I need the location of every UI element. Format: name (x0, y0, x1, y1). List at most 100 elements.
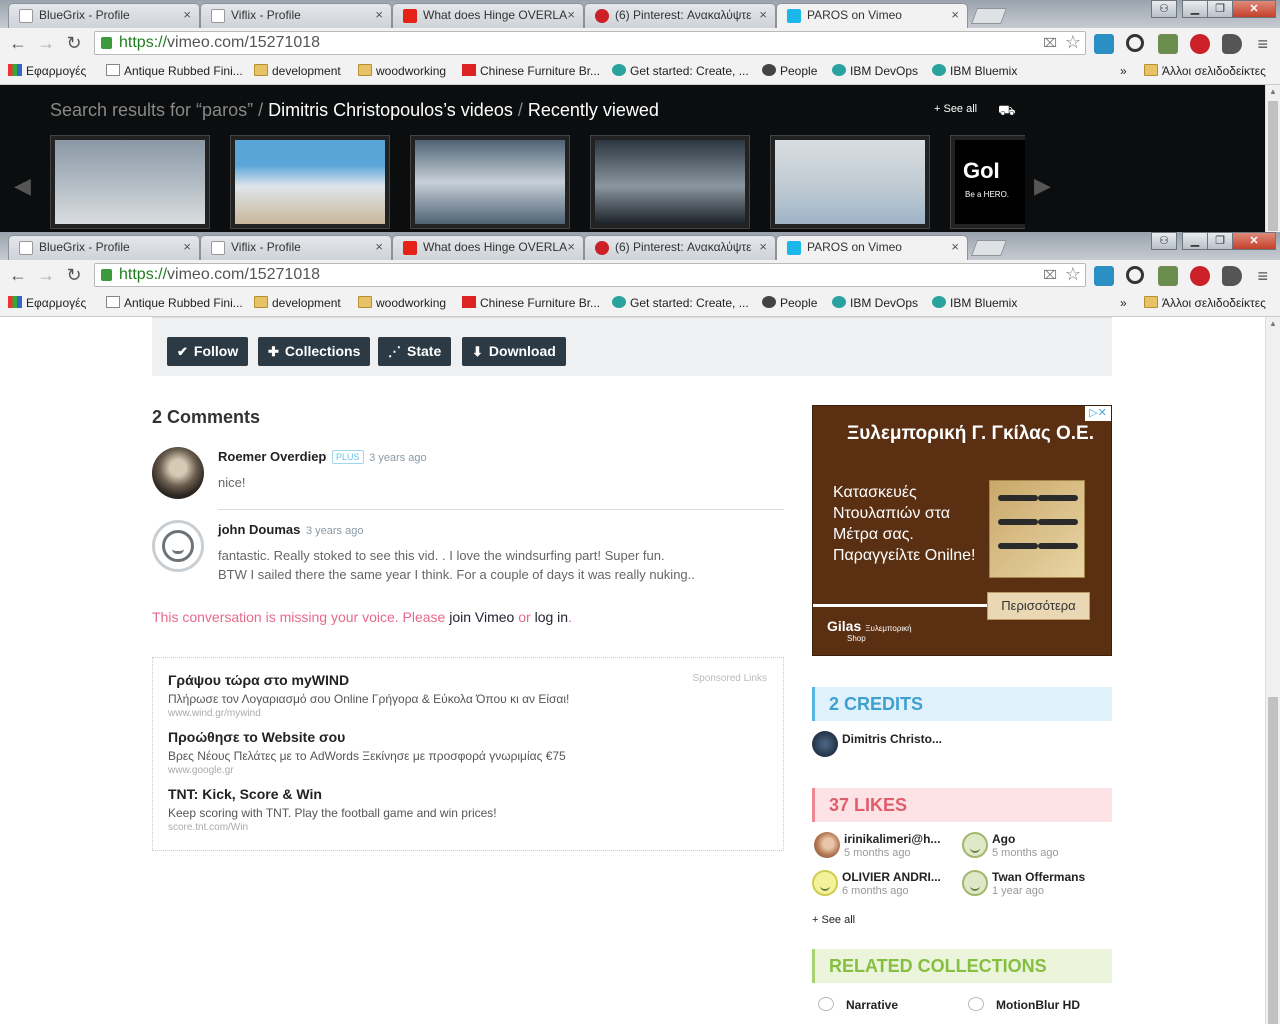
maximize-button[interactable]: ❐ (1207, 232, 1233, 250)
see-all-link[interactable]: + See all (934, 103, 977, 115)
bookmark-item[interactable]: IBM Bluemix (932, 296, 1017, 310)
bookmark-item[interactable]: People (762, 296, 817, 310)
close-icon[interactable]: × (759, 239, 767, 254)
forward-icon[interactable]: → (36, 265, 56, 286)
bookmark-folder[interactable]: woodworking (358, 296, 446, 310)
like-item[interactable]: Twan Offermans 1 year ago (962, 870, 1102, 900)
bookmarks-overflow[interactable]: » (1120, 64, 1127, 78)
close-icon[interactable]: × (951, 7, 959, 22)
tab-pinterest[interactable]: (6) Pinterest: Ανακαλύψτε × (584, 235, 776, 260)
user-icon[interactable]: ⚇ (1151, 0, 1177, 18)
bookmark-folder[interactable]: development (254, 296, 341, 310)
bookmark-item[interactable]: Get started: Create, ... (612, 296, 749, 310)
like-item[interactable]: Ago 5 months ago (962, 832, 1102, 862)
credit-item[interactable]: Dimitris Christo... (812, 731, 952, 759)
extension-icon[interactable] (1094, 266, 1114, 286)
back-icon[interactable]: ← (8, 33, 28, 54)
extension-icon[interactable] (1094, 34, 1114, 54)
close-icon[interactable]: × (951, 239, 959, 254)
tab-vimeo[interactable]: PAROS on Vimeo × (776, 235, 968, 260)
comment-author[interactable]: john Doumas (218, 522, 300, 537)
scrollbar-page[interactable]: ▲ (1265, 317, 1280, 1024)
grammarly-icon[interactable] (1126, 34, 1144, 52)
video-thumbnail[interactable] (230, 135, 390, 229)
bookmark-folder[interactable]: development (254, 64, 341, 78)
address-bar[interactable]: https://vimeo.com/15271018 ⌧ ☆ (94, 263, 1086, 287)
extension-icon[interactable] (1158, 34, 1178, 54)
new-tab-button[interactable] (971, 8, 1007, 24)
join-vimeo-link[interactable]: join Vimeo (449, 609, 514, 625)
tab-viflix[interactable]: Viflix - Profile × (200, 235, 392, 260)
other-bookmarks[interactable]: Άλλοι σελιδοδείκτες (1144, 296, 1266, 310)
close-icon[interactable]: × (183, 239, 191, 254)
login-link[interactable]: log in (535, 609, 568, 625)
menu-icon[interactable]: ≡ (1257, 34, 1268, 55)
video-thumbnail[interactable] (590, 135, 750, 229)
bookmark-star-icon[interactable]: ☆ (1065, 264, 1081, 285)
scroll-up-icon[interactable]: ▲ (1269, 87, 1277, 96)
display-ad-banner[interactable]: ▷✕ Ξυλεμπορική Γ. Γκίλας Ο.Ε. Κατασκευές… (812, 405, 1112, 656)
bookmark-item[interactable]: Antique Rubbed Fini... (106, 64, 243, 78)
address-bar[interactable]: https://vimeo.com/15271018 ⌧ ☆ (94, 31, 1086, 55)
collections-button[interactable]: ✚ Collections (258, 337, 371, 366)
bookmark-item[interactable]: IBM DevOps (832, 64, 918, 78)
crumb-recently-viewed[interactable]: Recently viewed (528, 100, 659, 120)
reload-icon[interactable]: ↻ (64, 33, 84, 54)
close-window-button[interactable]: ✕ (1232, 232, 1276, 250)
close-icon[interactable]: × (375, 7, 383, 22)
minimize-button[interactable]: ▁ (1182, 0, 1208, 18)
new-tab-button[interactable] (971, 240, 1007, 256)
back-icon[interactable]: ← (8, 265, 28, 286)
audio-icon[interactable] (1222, 266, 1242, 286)
tab-pinterest[interactable]: (6) Pinterest: Ανακαλύψτε × (584, 3, 776, 28)
download-button[interactable]: ⬇ Download (462, 337, 566, 366)
tab-viflix[interactable]: Viflix - Profile × (200, 3, 392, 28)
user-icon[interactable]: ⚇ (1151, 232, 1177, 250)
bookmark-item[interactable]: Chinese Furniture Br... (462, 64, 600, 78)
video-thumbnail[interactable] (410, 135, 570, 229)
bookmark-item[interactable]: Antique Rubbed Fini... (106, 296, 243, 310)
more-button[interactable]: Περισσότερα (987, 592, 1090, 620)
share-button[interactable]: ⋰ State (378, 337, 452, 366)
avatar[interactable] (152, 447, 204, 499)
comment-author[interactable]: Roemer Overdiep (218, 449, 326, 464)
next-arrow-icon[interactable]: ▶ (1034, 173, 1051, 199)
grammarly-icon[interactable] (1126, 266, 1144, 284)
text-ad[interactable]: Προώθησε το Website σου Βρες Νέους Πελάτε… (168, 729, 566, 776)
scroll-up-icon[interactable]: ▲ (1269, 319, 1277, 328)
close-icon[interactable]: × (567, 7, 575, 22)
video-thumbnail[interactable] (770, 135, 930, 229)
video-thumbnail[interactable]: GoI Be a HERO. (950, 135, 1025, 229)
tab-bluegrix[interactable]: BlueGrix - Profile × (8, 235, 200, 260)
bookmark-item[interactable]: Get started: Create, ... (612, 64, 749, 78)
bookmark-apps[interactable]: Εφαρμογές (8, 64, 86, 78)
extension-icon[interactable] (1158, 266, 1178, 286)
crumb-search-results[interactable]: Search results for “paros” (50, 100, 253, 120)
close-icon[interactable]: × (375, 239, 383, 254)
prev-arrow-icon[interactable]: ◀ (14, 173, 31, 199)
bookmark-item[interactable]: Chinese Furniture Br... (462, 296, 600, 310)
minimize-button[interactable]: ▁ (1182, 232, 1208, 250)
bookmark-apps[interactable]: Εφαρμογές (8, 296, 86, 310)
comment-time[interactable]: 3 years ago (306, 525, 363, 537)
close-icon[interactable]: × (759, 7, 767, 22)
collection-item[interactable]: Narrative (818, 997, 898, 1012)
follow-button[interactable]: ✔ Follow (167, 337, 249, 366)
other-bookmarks[interactable]: Άλλοι σελιδοδείκτες (1144, 64, 1266, 78)
bookmark-item[interactable]: IBM DevOps (832, 296, 918, 310)
maximize-button[interactable]: ❐ (1207, 0, 1233, 18)
adchoices-icon[interactable]: ▷✕ (1085, 406, 1111, 421)
default-avatar-icon[interactable] (152, 520, 204, 572)
translate-icon[interactable]: ⌧ (1043, 268, 1057, 282)
close-icon[interactable]: × (567, 239, 575, 254)
comment-time[interactable]: 3 years ago (369, 452, 426, 464)
bookmark-folder[interactable]: woodworking (358, 64, 446, 78)
menu-icon[interactable]: ≡ (1257, 266, 1268, 287)
video-thumbnail[interactable] (50, 135, 210, 229)
tab-youtube[interactable]: What does Hinge OVERLA × (392, 235, 584, 260)
pinterest-icon[interactable] (1190, 266, 1210, 286)
bookmark-item[interactable]: IBM Bluemix (932, 64, 1017, 78)
close-window-button[interactable]: ✕ (1232, 0, 1276, 18)
pinterest-icon[interactable] (1190, 34, 1210, 54)
text-ad[interactable]: TNT: Kick, Score & Win Keep scoring with … (168, 786, 497, 833)
